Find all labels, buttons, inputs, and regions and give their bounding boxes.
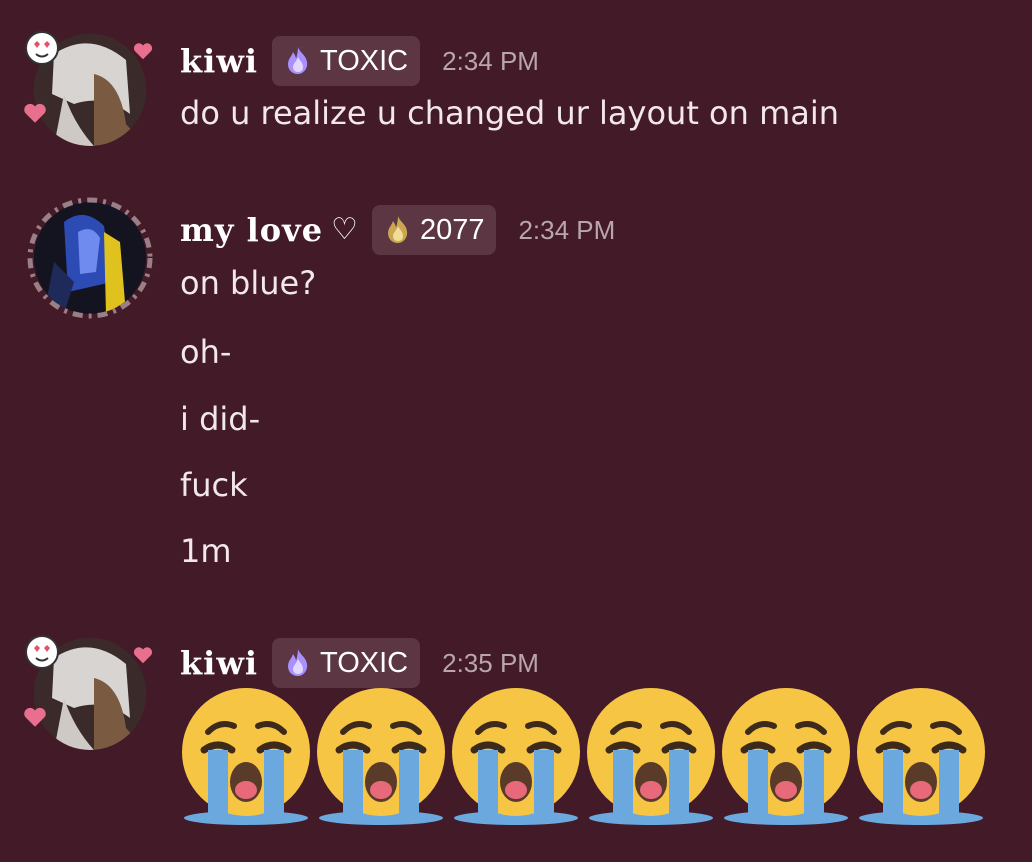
- loudly-crying-face-icon[interactable]: [313, 686, 449, 826]
- message-text: i did-: [180, 400, 261, 438]
- username[interactable]: kiwi: [180, 45, 258, 77]
- pink-heart-icon: [24, 103, 46, 123]
- heart-outline-icon: ♡: [331, 212, 358, 247]
- clan-tag[interactable]: TOXIC: [272, 36, 421, 86]
- username[interactable]: my love: [180, 214, 323, 246]
- purple-flame-icon: [282, 647, 314, 679]
- message-header: my love ♡ 2077 2:34 PM: [180, 205, 615, 255]
- clan-tag[interactable]: 2077: [371, 205, 497, 255]
- loudly-crying-face-icon[interactable]: [448, 686, 584, 826]
- pink-heart-icon: [133, 43, 153, 60]
- message-text: do u realize u changed ur layout on main: [180, 94, 840, 132]
- loudly-crying-face-icon[interactable]: [583, 686, 719, 826]
- heart-eyes-sticker-icon: [25, 31, 59, 65]
- loudly-crying-face-icon[interactable]: [853, 686, 989, 826]
- timestamp: 2:34 PM: [518, 214, 616, 245]
- gold-flame-icon: [382, 214, 414, 246]
- purple-flame-icon: [282, 45, 314, 77]
- message-header: kiwi TOXIC 2:35 PM: [180, 638, 539, 688]
- timestamp: 2:35 PM: [442, 647, 539, 678]
- message-header: kiwi TOXIC 2:34 PM: [180, 36, 539, 86]
- avatar-frame-icon: [27, 197, 153, 319]
- message-text: 1m: [180, 532, 232, 570]
- timestamp: 2:34 PM: [442, 45, 539, 76]
- clan-tag-label: TOXIC: [320, 44, 409, 77]
- message-text: fuck: [180, 466, 248, 504]
- username[interactable]: kiwi: [180, 647, 258, 679]
- message-text: on blue?: [180, 264, 317, 302]
- chat-log: kiwi TOXIC 2:34 PM do u realize u change…: [0, 0, 1032, 862]
- clan-tag[interactable]: TOXIC: [272, 638, 421, 688]
- clan-tag-label: 2077: [419, 213, 485, 246]
- loudly-crying-face-icon[interactable]: [178, 686, 314, 826]
- avatar-my-love[interactable]: [20, 192, 160, 320]
- message-text: oh-: [180, 333, 232, 371]
- heart-eyes-sticker-icon: [25, 635, 59, 669]
- loudly-crying-face-icon[interactable]: [718, 686, 854, 826]
- pink-heart-icon: [133, 647, 153, 664]
- avatar-kiwi[interactable]: [20, 24, 160, 152]
- pink-heart-icon: [24, 707, 46, 727]
- avatar-kiwi[interactable]: [20, 628, 160, 756]
- emoji-message: [178, 686, 988, 826]
- clan-tag-label: TOXIC: [320, 646, 409, 679]
